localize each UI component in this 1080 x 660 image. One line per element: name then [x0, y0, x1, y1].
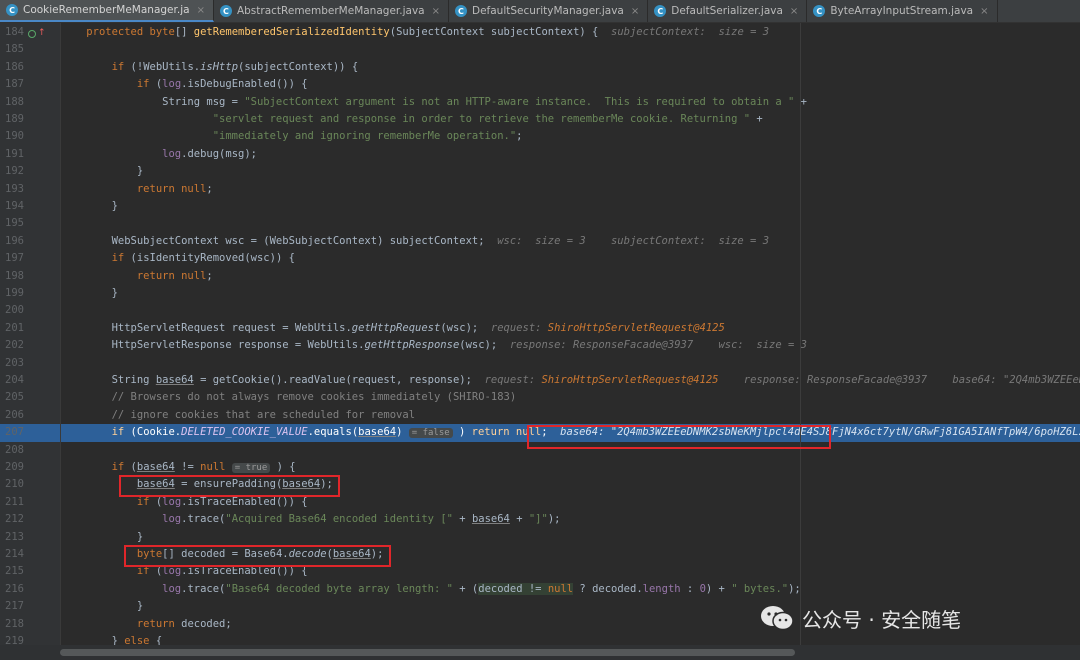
line-number: 195 — [5, 217, 24, 230]
tab-4[interactable]: C ByteArrayInputStream.java × — [807, 0, 998, 22]
code-line[interactable]: } — [61, 163, 1080, 180]
line-number: 189 — [5, 113, 24, 125]
wechat-icon — [760, 604, 794, 632]
highlight-box-base64-value — [527, 425, 831, 449]
horizontal-scrollbar-thumb[interactable] — [60, 649, 795, 656]
override-icon[interactable]: ↑ — [38, 28, 46, 38]
line-number: 202 — [5, 339, 24, 352]
tab-label: ByteArrayInputStream.java — [830, 5, 974, 17]
java-class-icon: C — [6, 4, 18, 16]
tab-3[interactable]: C DefaultSerializer.java × — [648, 0, 808, 22]
line-number: 204 — [5, 374, 24, 386]
tab-2[interactable]: C DefaultSecurityManager.java × — [449, 0, 649, 22]
java-class-icon: C — [219, 5, 232, 17]
tab-label: CookieRememberMeManager.ja — [23, 4, 190, 16]
line-number: 206 — [5, 408, 24, 421]
code-line[interactable]: // Browsers do not always remove cookies… — [61, 389, 1080, 406]
tab-label: DefaultSerializer.java — [671, 5, 783, 17]
line-number: 199 — [5, 287, 24, 299]
line-number: 209 — [5, 461, 24, 473]
code-line[interactable]: protected byte[] getRememberedSerialized… — [61, 24, 1080, 41]
line-number: 203 — [5, 356, 24, 369]
code-line[interactable]: String msg = "SubjectContext argument is… — [61, 94, 1080, 111]
tab-0[interactable]: C CookieRememberMeManager.ja × — [0, 0, 214, 22]
close-icon[interactable]: × — [432, 6, 440, 17]
code-line[interactable]: HttpServletRequest request = WebUtils.ge… — [61, 320, 1080, 337]
java-class-icon: C — [654, 5, 667, 17]
right-margin-guide — [800, 23, 801, 645]
line-number: 190 — [5, 130, 24, 143]
code-line[interactable] — [61, 355, 1080, 372]
code-line[interactable]: log.trace("Base64 decoded byte array len… — [61, 581, 1080, 598]
code-line[interactable]: } — [61, 285, 1080, 302]
line-number: 193 — [5, 182, 24, 195]
code-line[interactable]: "immediately and ignoring rememberMe ope… — [61, 128, 1080, 145]
code-line[interactable]: return null; — [61, 181, 1080, 198]
java-class-icon: C — [454, 5, 467, 17]
line-number: 187 — [5, 78, 24, 91]
line-number: 215 — [5, 565, 24, 578]
line-number-gutter: 184 185 186 187 188 189 190 191 192 193 194 195 196 1… — [0, 23, 60, 647]
code-line[interactable]: // ignore cookies that are scheduled for… — [61, 407, 1080, 424]
line-number: 192 — [5, 165, 24, 178]
line-number: 216 — [5, 582, 24, 595]
code-line[interactable]: return null; — [61, 268, 1080, 285]
line-number: 212 — [5, 513, 24, 526]
line-number: 186 — [5, 60, 24, 73]
code-line[interactable]: if (isIdentityRemoved(wsc)) { — [61, 250, 1080, 267]
java-class-icon: C — [813, 5, 826, 17]
line-number: 217 — [5, 600, 24, 613]
line-number: 213 — [5, 530, 24, 543]
line-number: 201 — [5, 321, 24, 334]
code-line[interactable]: if (log.isDebugEnabled()) { — [61, 76, 1080, 93]
tab-label: DefaultSecurityManager.java — [471, 5, 624, 17]
line-number: 185 — [5, 43, 24, 56]
code-line[interactable]: WebSubjectContext wsc = (WebSubjectConte… — [61, 233, 1080, 250]
code-line[interactable] — [61, 41, 1080, 58]
line-number: 218 — [5, 617, 24, 630]
tab-1[interactable]: C AbstractRememberMeManager.java × — [214, 0, 449, 22]
close-icon[interactable]: × — [631, 6, 639, 17]
line-number: 184 — [5, 26, 24, 38]
line-number: 196 — [5, 234, 24, 247]
line-number: 214 — [5, 548, 24, 560]
line-number: 210 — [5, 478, 24, 491]
line-number: 200 — [5, 304, 24, 317]
watermark-text: 公众号 · 安全随笔 — [802, 607, 962, 632]
close-icon[interactable]: × — [197, 5, 205, 16]
line-number: 191 — [5, 147, 24, 160]
code-line[interactable]: if (base64 != null = true ) { — [61, 459, 1080, 476]
code-line[interactable]: if (!WebUtils.isHttp(subjectContext)) { — [61, 59, 1080, 76]
line-number: 197 — [5, 252, 24, 265]
code-line[interactable]: HttpServletResponse response = WebUtils.… — [61, 337, 1080, 354]
code-line[interactable]: log.debug(msg); — [61, 146, 1080, 163]
line-number: 207 — [5, 426, 24, 439]
code-line[interactable] — [61, 302, 1080, 319]
code-line[interactable]: String base64 = getCookie().readValue(re… — [61, 372, 1080, 389]
line-number: 194 — [5, 200, 24, 212]
line-number: 208 — [5, 443, 24, 456]
code-line[interactable]: log.trace("Acquired Base64 encoded ident… — [61, 511, 1080, 528]
code-line[interactable]: } — [61, 198, 1080, 215]
code-line[interactable] — [61, 215, 1080, 232]
highlight-box-base64-decode — [124, 545, 391, 567]
watermark: 公众号 · 安全随笔 — [760, 600, 1060, 636]
close-icon[interactable]: × — [790, 6, 798, 17]
close-icon[interactable]: × — [980, 6, 988, 17]
line-number: 211 — [5, 495, 24, 508]
breakpoint-icon[interactable] — [28, 30, 36, 38]
editor-tab-bar: C CookieRememberMeManager.ja × C AbstractRem… — [0, 0, 1080, 23]
line-number: 198 — [5, 269, 24, 282]
line-number: 188 — [5, 95, 24, 108]
code-line[interactable]: } — [61, 529, 1080, 546]
code-line[interactable]: "servlet request and response in order t… — [61, 111, 1080, 128]
tab-label: AbstractRememberMeManager.java — [236, 5, 425, 17]
highlight-box-ensure-padding — [119, 475, 340, 497]
line-number: 205 — [5, 391, 24, 404]
